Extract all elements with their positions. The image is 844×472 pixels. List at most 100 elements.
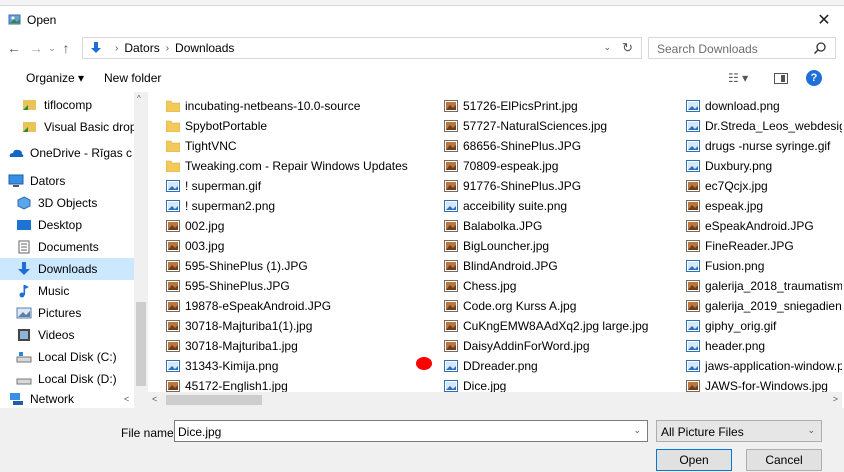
back-button[interactable]: ← [6,40,22,56]
navigation-pane-scrollbar[interactable]: ^ [134,92,148,408]
nav-item-music[interactable]: Music [0,280,148,302]
search-input[interactable]: Search Downloads [648,37,836,59]
file-item[interactable]: espeak.jpg [686,196,842,216]
file-item[interactable]: Chess.jpg [444,276,648,296]
file-item[interactable]: 595-ShinePlus.JPG [166,276,408,296]
jpg-icon [686,200,700,212]
new-folder-button[interactable]: New folder [104,71,161,85]
file-item[interactable]: JAWS-for-Windows.jpg [686,376,842,392]
file-item[interactable]: 70809-espeak.jpg [444,156,648,176]
nav-item-dators[interactable]: Dators [0,170,148,192]
breadcrumb-downloads[interactable]: Downloads [175,41,234,55]
file-item[interactable]: galerija_2018_traumatisms_01 [686,276,842,296]
scroll-up-icon[interactable]: ^ [137,94,141,103]
scrollbar-thumb[interactable] [136,302,146,386]
file-item[interactable]: DDreader.png [444,356,648,376]
nav-item-local-disk-c[interactable]: Local Disk (C:) [0,346,148,368]
file-item[interactable]: header.png [686,336,842,356]
file-item[interactable]: ! superman.gif [166,176,408,196]
help-icon[interactable]: ? [806,70,822,86]
file-item[interactable]: BigLouncher.jpg [444,236,648,256]
scrollbar-thumb[interactable] [166,395,262,405]
file-name: Balabolka.JPG [463,219,543,233]
chevron-down-icon[interactable]: ⌄ [633,425,641,436]
file-item[interactable]: Tweaking.com - Repair Windows Updates [165,156,408,176]
nav-item-videos[interactable]: Videos [0,324,148,346]
file-item[interactable]: 51726-ElPicsPrint.jpg [444,96,648,116]
file-item[interactable]: ec7Qcjx.jpg [686,176,842,196]
scroll-left-icon[interactable]: < [152,394,157,404]
disk-icon [16,352,32,363]
file-item[interactable]: CuKngEMW8AAdXq2.jpg large.jpg [444,316,648,336]
file-item[interactable]: 595-ShinePlus (1).JPG [166,256,408,276]
file-item[interactable]: giphy_orig.gif [686,316,842,336]
scroll-right-icon[interactable]: > [833,394,838,404]
nav-item-desktop[interactable]: Desktop [0,214,148,236]
nav-item-downloads[interactable]: Downloads [0,258,148,280]
change-view-button[interactable]: ☷ ▾ [728,71,748,85]
jpg-icon [166,280,180,292]
file-item[interactable]: ! superman2.png [166,196,408,216]
file-name: ! superman2.png [185,199,276,213]
cancel-button[interactable]: Cancel [746,449,822,471]
file-item[interactable]: FineReader.JPG [686,236,842,256]
file-item[interactable]: drugs -nurse syringe.gif [686,136,842,156]
file-item[interactable]: jaws-application-window.png [686,356,842,376]
file-item[interactable]: DaisyAddinForWord.jpg [444,336,648,356]
file-item[interactable]: Balabolka.JPG [444,216,648,236]
scroll-left-icon[interactable]: < [124,394,129,404]
up-button[interactable]: ↑ [58,40,74,56]
file-item[interactable]: Dice.jpg [441,376,685,392]
open-button[interactable]: Open [656,449,732,471]
file-item[interactable]: TightVNC [165,136,408,156]
computer-icon [8,174,24,187]
jpg-icon [444,340,458,352]
file-item[interactable]: Dr.Streda_Leos_webdesign.gif [686,116,842,136]
address-bar[interactable]: › Dators › Downloads ⌄ ↻ [82,37,642,59]
png-icon [686,260,700,272]
file-name-field[interactable]: Dice.jpg ⌄ [174,420,648,442]
file-name: ! superman.gif [185,179,262,193]
nav-item-pictures[interactable]: Pictures [0,302,148,324]
file-item[interactable]: Fusion.png [686,256,842,276]
file-item[interactable]: 003.jpg [166,236,408,256]
nav-item-local-disk-d[interactable]: Local Disk (D:) [0,368,148,390]
breadcrumb-dators[interactable]: Dators [124,41,159,55]
file-item[interactable]: Duxbury.png [686,156,842,176]
file-item[interactable]: acceibility suite.png [444,196,648,216]
nav-item-onedrive[interactable]: OneDrive - Rīgas c [0,142,148,164]
nav-item-label: tiflocomp [44,98,93,112]
file-item[interactable]: galerija_2019_sniegadiena_07 [686,296,842,316]
file-item[interactable]: BlindAndroid.JPG [444,256,648,276]
organize-button[interactable]: Organize ▾ [26,71,84,85]
file-item[interactable]: eSpeakAndroid.JPG [686,216,842,236]
file-item[interactable]: 30718-Majturiba1.jpg [166,336,408,356]
preview-pane-icon[interactable] [774,73,788,84]
refresh-icon[interactable]: ↻ [622,40,633,56]
nav-item-visual-basic-drop[interactable]: Visual Basic drop [0,116,148,138]
file-name: Fusion.png [705,259,765,273]
file-item[interactable]: SpybotPortable [165,116,408,136]
file-item[interactable]: 68656-ShinePlus.JPG [444,136,648,156]
address-dropdown-icon[interactable]: ⌄ [603,42,611,53]
horizontal-scrollbar[interactable]: < > [148,392,842,408]
nav-item-tiflocomp[interactable]: tiflocomp [0,94,148,116]
file-name: eSpeakAndroid.JPG [705,219,814,233]
file-item[interactable]: incubating-netbeans-10.0-source [165,96,408,116]
file-item[interactable]: Code.org Kurss A.jpg [444,296,648,316]
file-item[interactable]: 31343-Kimija.png [166,356,408,376]
file-column: incubating-netbeans-10.0-source SpybotPor… [165,96,408,392]
file-item[interactable]: 91776-ShinePlus.JPG [444,176,648,196]
png-icon [686,160,700,172]
file-type-select[interactable]: All Picture Files ⌄ [656,420,822,442]
file-item[interactable]: 57727-NaturalSciences.jpg [444,116,648,136]
close-button[interactable]: ✕ [804,6,844,34]
forward-button[interactable]: → [28,40,44,56]
nav-item-documents[interactable]: Documents [0,236,148,258]
file-item[interactable]: download.png [686,96,842,116]
file-item[interactable]: 30718-Majturiba1(1).jpg [166,316,408,336]
file-item[interactable]: 19878-eSpeakAndroid.JPG [166,296,408,316]
file-item[interactable]: 002.jpg [166,216,408,236]
nav-item-3d-objects[interactable]: 3D Objects [0,192,148,214]
file-item[interactable]: 45172-English1.jpg [166,376,408,392]
